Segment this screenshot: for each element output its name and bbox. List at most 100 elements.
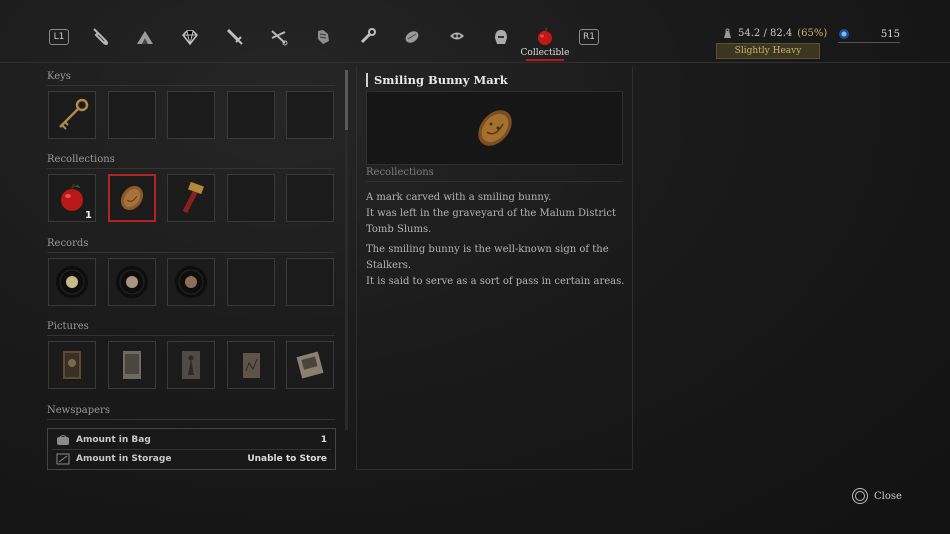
weight-value: 54.2 / 82.4 <box>738 28 793 39</box>
record-slot-4[interactable] <box>227 258 275 306</box>
apple-icon <box>538 27 552 45</box>
l1-button[interactable]: L1 <box>49 29 69 45</box>
record-slot-5[interactable] <box>286 258 334 306</box>
picture-slot-4[interactable] <box>227 341 275 389</box>
gem-icon <box>182 30 198 46</box>
r1-button[interactable]: R1 <box>579 29 599 45</box>
amount-in-bag-label: Amount in Bag <box>76 435 151 445</box>
tool-icon <box>93 28 108 45</box>
inventory-grid-panel: Keys Recollections 1 Records Pictures Ne… <box>0 63 344 483</box>
amount-in-storage-row: Amount in Storage Unable to Store <box>56 450 327 468</box>
item-title: Smiling Bunny Mark <box>366 73 508 87</box>
currency-underline <box>838 42 900 43</box>
item-category: Recollections <box>366 167 434 178</box>
active-tab-label: Collectible <box>520 48 570 58</box>
bunny-mark-icon <box>477 110 512 146</box>
portrait-icon <box>182 351 200 379</box>
wrench-icon <box>360 28 376 44</box>
category-tab-bar: L1 Collectible R1 54.2 / 82.4 (65%) Slig… <box>0 0 950 62</box>
record-slot-3[interactable] <box>167 258 215 306</box>
tab-arms[interactable] <box>308 22 338 52</box>
section-divider <box>47 419 335 420</box>
painting-icon <box>63 351 81 379</box>
description-line: The smiling bunny is the well-known sign… <box>366 244 609 271</box>
tab-blades[interactable] <box>264 22 294 52</box>
key-slot-4[interactable] <box>227 91 275 139</box>
amount-info-box: Amount in Bag 1 Amount in Storage Unable… <box>47 428 336 470</box>
picture-slot-1[interactable] <box>48 341 96 389</box>
record-slot-1[interactable] <box>48 258 96 306</box>
panel-divider <box>356 66 357 470</box>
recollection-slot-5[interactable] <box>286 174 334 222</box>
tab-tools[interactable] <box>85 22 115 52</box>
mask-icon <box>450 32 464 40</box>
key-slot-1[interactable] <box>48 91 96 139</box>
picture-slot-5[interactable] <box>286 341 334 389</box>
vinyl-record-icon <box>116 266 148 298</box>
weight-icon <box>724 28 731 38</box>
ergo-counter: 515 <box>838 28 900 40</box>
section-newspapers-label: Newspapers <box>47 405 110 416</box>
amount-in-storage-label: Amount in Storage <box>76 454 172 464</box>
recollection-slot-bunny-mark[interactable] <box>108 174 156 222</box>
section-divider <box>47 252 335 253</box>
gauntlet-icon <box>318 30 329 44</box>
close-button[interactable]: Close <box>852 488 902 504</box>
description-line: It is said to serve as a sort of pass in… <box>366 276 625 287</box>
dagger-icon <box>226 28 243 45</box>
ornate-key-icon <box>59 98 89 130</box>
active-tab-underline <box>526 59 564 61</box>
section-pictures-label: Pictures <box>47 321 89 332</box>
recollection-slot-hammer[interactable] <box>167 174 215 222</box>
picture-slot-3[interactable] <box>167 341 215 389</box>
weight-readout: 54.2 / 82.4 (65%) <box>722 28 827 39</box>
item-quantity: 1 <box>85 210 92 221</box>
tab-consumables[interactable] <box>397 22 427 52</box>
section-divider <box>47 168 335 169</box>
key-slot-3[interactable] <box>167 91 215 139</box>
recollection-slot-apple[interactable]: 1 <box>48 174 96 222</box>
hammer-icon <box>182 181 204 214</box>
panel-divider <box>356 469 633 470</box>
scissors-icon <box>271 30 288 46</box>
bunny-mark-icon <box>120 185 144 211</box>
bag-icon <box>57 435 69 445</box>
tab-tools-2[interactable] <box>353 22 383 52</box>
load-state-badge: Slightly Heavy <box>716 43 820 59</box>
tab-camp[interactable] <box>130 22 160 52</box>
panel-divider <box>632 66 633 470</box>
detail-divider <box>366 181 623 182</box>
tab-weapons[interactable] <box>219 22 249 52</box>
description-line: It was left in the graveyard of the Malu… <box>366 208 616 235</box>
sketch-icon <box>243 353 260 378</box>
vinyl-record-icon <box>175 266 207 298</box>
bandage-icon <box>405 31 419 43</box>
section-records-label: Records <box>47 238 89 249</box>
helmet-icon <box>495 30 507 44</box>
tab-gems[interactable] <box>175 22 205 52</box>
recollection-slot-4[interactable] <box>227 174 275 222</box>
close-label: Close <box>874 490 902 502</box>
weight-percent: (65%) <box>797 28 828 39</box>
item-description: A mark carved with a smiling bunny. It w… <box>366 190 628 294</box>
camp-icon <box>137 31 153 44</box>
key-slot-5[interactable] <box>286 91 334 139</box>
tab-head[interactable] <box>486 22 516 52</box>
amount-in-bag-value: 1 <box>320 435 327 445</box>
vinyl-record-icon <box>56 266 88 298</box>
circle-button-icon <box>852 488 868 504</box>
ergo-value: 515 <box>880 28 900 40</box>
tab-masks[interactable] <box>442 22 472 52</box>
description-line: A mark carved with a smiling bunny. <box>366 192 552 203</box>
section-divider <box>47 85 335 86</box>
amount-in-bag-row: Amount in Bag 1 <box>56 431 327 449</box>
photo-icon <box>123 351 141 379</box>
picture-slot-2[interactable] <box>108 341 156 389</box>
poster-icon <box>296 351 324 379</box>
ergo-icon <box>839 29 849 39</box>
scrollbar-thumb[interactable] <box>345 70 348 130</box>
section-keys-label: Keys <box>47 71 71 82</box>
storage-icon <box>56 453 70 465</box>
key-slot-2[interactable] <box>108 91 156 139</box>
record-slot-2[interactable] <box>108 258 156 306</box>
